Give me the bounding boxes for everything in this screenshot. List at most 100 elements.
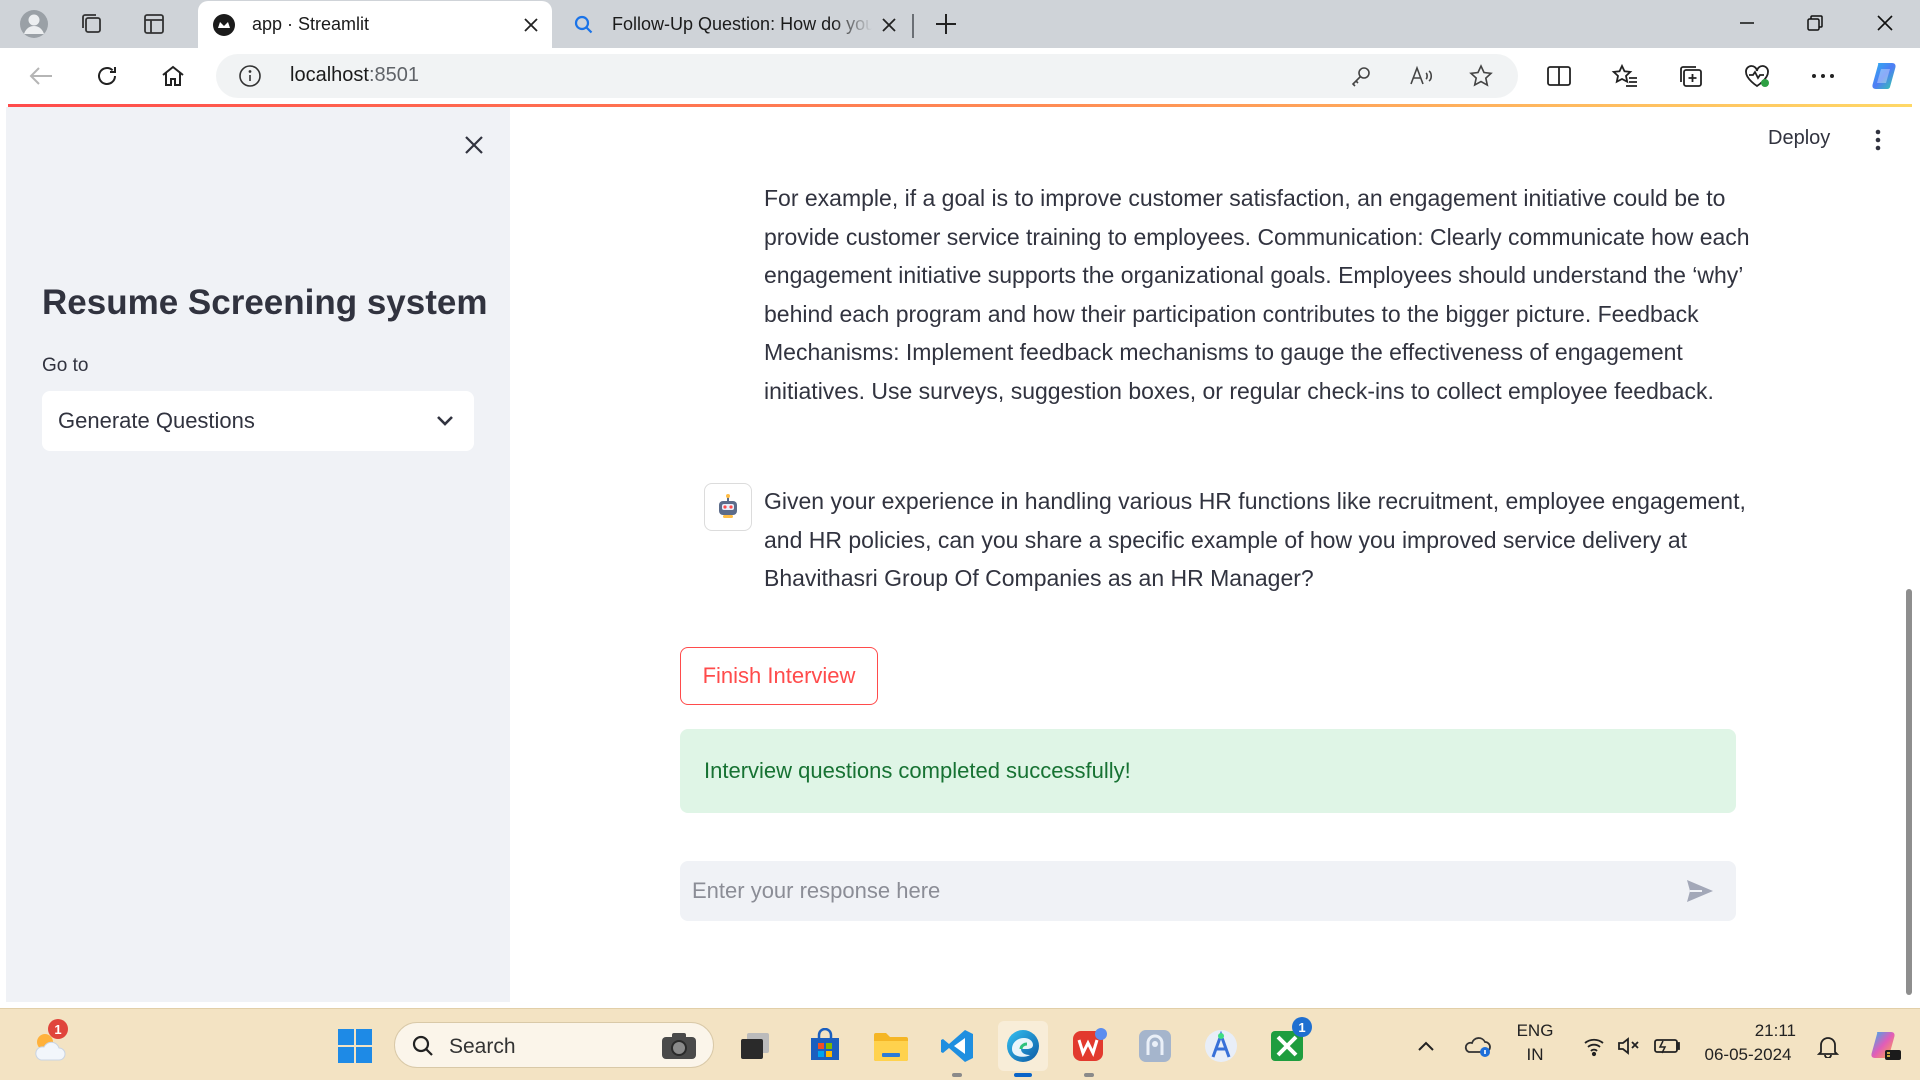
browser-tab-strip: app · Streamlit Follow-Up Question: How …: [0, 0, 1920, 48]
app-button-generic[interactable]: [1130, 1021, 1180, 1071]
browser-toolbar: localhost:8501: [0, 48, 1920, 104]
xbox-badge: 1: [1292, 1017, 1312, 1037]
clock[interactable]: 21:11 06-05-2024: [1698, 1021, 1798, 1065]
clock-time: 21:11: [1754, 1021, 1796, 1040]
back-arrow-icon: [29, 67, 52, 85]
taskbar-search[interactable]: Search: [394, 1022, 714, 1068]
scrollbar[interactable]: [1906, 107, 1912, 1002]
microsoft-store-button[interactable]: [800, 1021, 850, 1071]
vertical-ellipsis-icon: [1875, 129, 1881, 151]
vscode-icon: [941, 1030, 973, 1062]
plus-icon: [936, 14, 956, 34]
read-aloud-icon[interactable]: [1406, 62, 1436, 90]
search-favicon-icon: [572, 13, 596, 37]
store-icon: [811, 1028, 839, 1060]
xbox-button[interactable]: 1: [1262, 1017, 1312, 1071]
taskbar: 1 Search 1 ENG IN 21:11 06-05-2024: [0, 1008, 1920, 1080]
language-secondary: IN: [1526, 1045, 1544, 1064]
main-menu-button[interactable]: [1866, 125, 1890, 155]
robot-icon: [719, 494, 737, 518]
language-primary: ENG: [1516, 1021, 1554, 1040]
camera-icon: [659, 1029, 699, 1063]
tab-actions-button[interactable]: [134, 6, 174, 42]
vscode-button[interactable]: [932, 1021, 982, 1077]
collections-button[interactable]: [1670, 56, 1712, 96]
clock-date: 06-05-2024: [1704, 1045, 1792, 1064]
refresh-button[interactable]: [86, 56, 128, 96]
copilot-button[interactable]: [1864, 56, 1906, 96]
chat-input-container: [680, 861, 1736, 921]
success-alert: Interview questions completed successful…: [680, 729, 1736, 813]
favorite-star-icon[interactable]: [1466, 62, 1496, 90]
home-button[interactable]: [152, 56, 194, 96]
deploy-button[interactable]: Deploy: [1768, 127, 1830, 150]
url-text: localhost:8501: [290, 64, 419, 86]
favorites-icon: [1611, 63, 1637, 87]
response-input[interactable]: [692, 871, 1652, 911]
edge-icon: [1007, 1030, 1039, 1062]
browser-essentials-button[interactable]: [1736, 56, 1778, 96]
chat-message-text: For example, if a goal is to improve cus…: [764, 185, 1750, 404]
language-indicator[interactable]: ENG IN: [1510, 1021, 1560, 1065]
profile-icon: [20, 10, 48, 38]
split-screen-button[interactable]: [1538, 56, 1580, 96]
more-options-button[interactable]: [1802, 56, 1844, 96]
send-button[interactable]: [1680, 875, 1720, 907]
edge-button[interactable]: [998, 1021, 1048, 1077]
scrollbar-thumb[interactable]: [1906, 589, 1912, 995]
copilot-taskbar-button[interactable]: [1862, 1021, 1908, 1071]
task-view-button[interactable]: [730, 1021, 780, 1071]
tab-title: Follow-Up Question: How do you: [612, 14, 872, 34]
finish-interview-button[interactable]: Finish Interview: [680, 647, 878, 705]
workspaces-button[interactable]: [72, 6, 112, 42]
favorites-button[interactable]: [1604, 56, 1646, 96]
close-tab-icon[interactable]: [514, 8, 548, 42]
folder-icon: [874, 1033, 908, 1061]
window-close-button[interactable]: [1852, 0, 1918, 46]
address-bar[interactable]: localhost:8501: [216, 54, 1518, 98]
goto-label: Go to: [42, 355, 89, 376]
onedrive-button[interactable]: [1454, 1021, 1502, 1071]
tab-streamlit-app[interactable]: app · Streamlit: [198, 1, 552, 48]
heart-pulse-icon: [1745, 65, 1769, 88]
start-button[interactable]: [330, 1021, 380, 1071]
task-view-icon: [741, 1033, 769, 1059]
android-studio-button[interactable]: [1196, 1021, 1246, 1071]
back-button[interactable]: [20, 56, 62, 96]
windows-logo-icon: [338, 1029, 372, 1063]
assistant-avatar: [704, 483, 752, 531]
sidebar-collapse-button[interactable]: [456, 127, 492, 163]
close-tab-icon[interactable]: [872, 8, 906, 42]
restore-button[interactable]: [1782, 0, 1848, 46]
wps-office-button[interactable]: [1064, 1021, 1114, 1077]
chevron-down-icon: [434, 409, 456, 431]
tab-follow-up-question[interactable]: Follow-Up Question: How do you: [558, 1, 910, 48]
weather-badge: 1: [48, 1019, 68, 1039]
taskbar-search-placeholder: Search: [449, 1035, 516, 1058]
password-key-icon[interactable]: [1346, 62, 1376, 90]
chevron-up-icon: [1418, 1041, 1434, 1051]
restore-icon: [1807, 15, 1823, 31]
bell-icon: [1817, 1037, 1839, 1058]
running-indicator: [1084, 1073, 1094, 1077]
notifications-button[interactable]: [1808, 1021, 1848, 1071]
ellipsis-icon: [1812, 74, 1834, 78]
minimize-button[interactable]: [1714, 0, 1780, 46]
sidebar-title: Resume Screening system: [42, 283, 488, 322]
page-select[interactable]: Generate Questions: [42, 391, 474, 451]
new-tab-button[interactable]: [926, 6, 966, 42]
weather-widget[interactable]: 1: [24, 1019, 74, 1071]
collections-icon: [1680, 66, 1702, 87]
close-icon: [465, 136, 483, 154]
running-indicator: [952, 1073, 962, 1077]
show-hidden-icons-button[interactable]: [1406, 1021, 1446, 1071]
quick-settings-button[interactable]: [1574, 1021, 1694, 1071]
minimize-icon: [1740, 22, 1754, 24]
tab-actions-icon: [144, 14, 164, 34]
wps-office-icon: [1073, 1028, 1107, 1061]
network-volume-battery-icons: [1584, 1037, 1680, 1057]
file-explorer-button[interactable]: [866, 1021, 916, 1071]
site-info-icon[interactable]: [238, 64, 262, 88]
page-select-value: Generate Questions: [58, 408, 255, 433]
profile-button[interactable]: [14, 6, 54, 42]
